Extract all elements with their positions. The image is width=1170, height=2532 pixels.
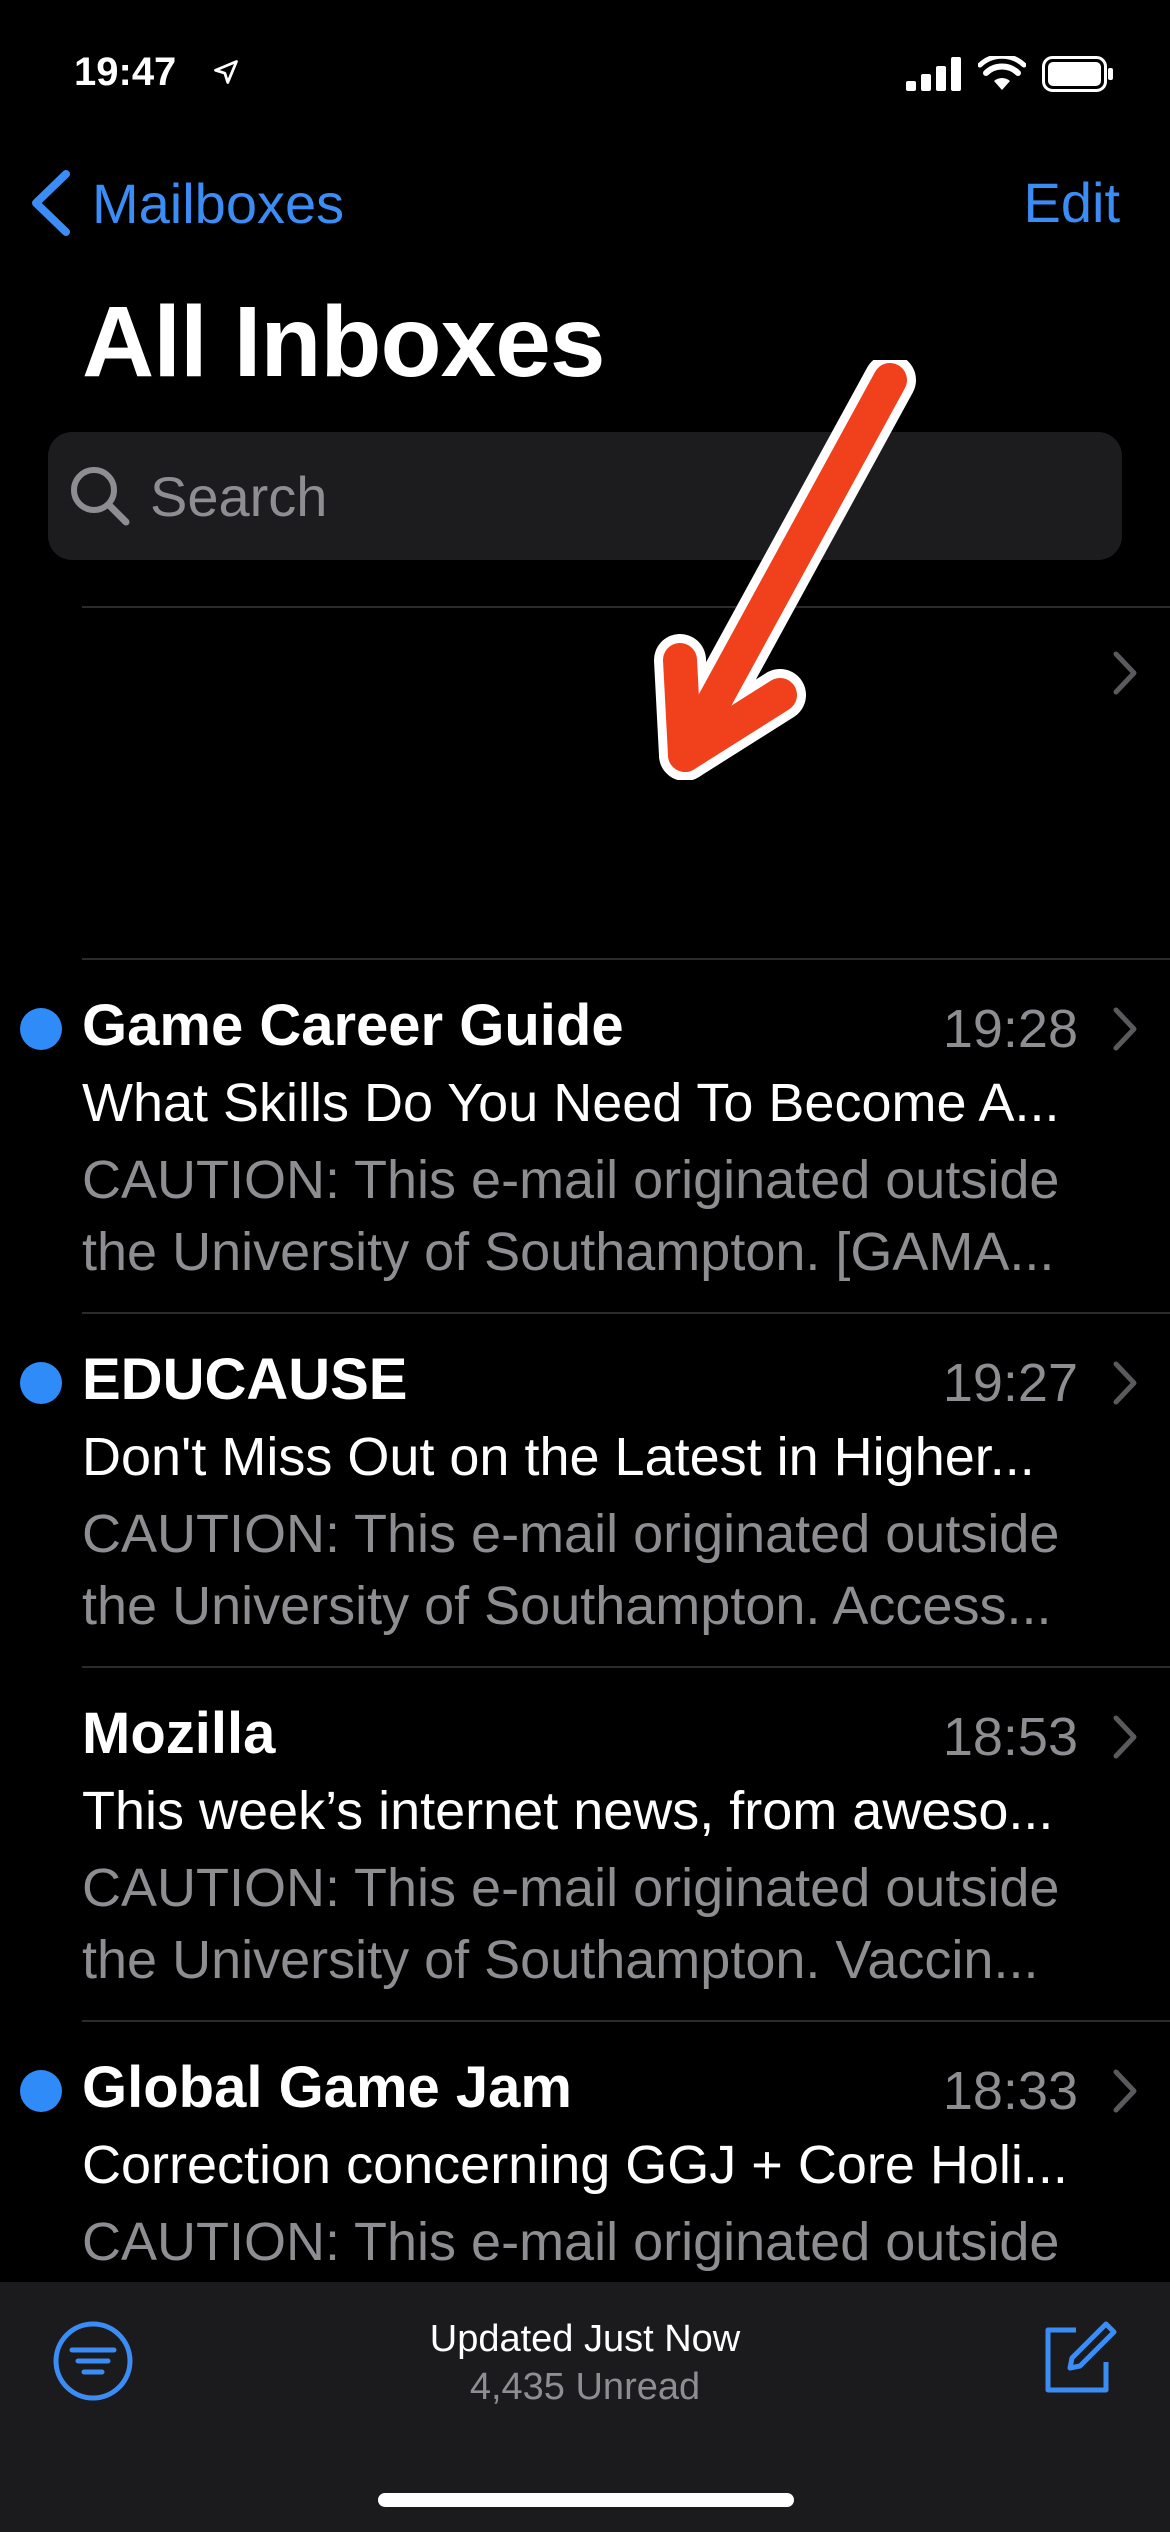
mail-preview: CAUTION: This e-mail originated outside … [82,1852,1112,1996]
search-placeholder: Search [150,464,328,528]
mail-preview-line: CAUTION: This e-mail originated outside [82,1150,1060,1210]
divider [82,606,1170,608]
page-title: All Inboxes [82,286,605,398]
chevron-right-icon [1113,1361,1137,1405]
mail-time: 18:33 [942,2061,1078,2121]
cellular-signal-icon [906,57,961,91]
mailboxes-back-button[interactable]: Mailboxes [28,168,344,238]
home-indicator[interactable] [378,2493,794,2507]
search-icon [71,467,130,526]
chevron-left-icon [32,170,70,236]
mail-subject: Don't Miss Out on the Latest in Higher..… [82,1427,1035,1487]
unread-indicator [20,2070,62,2112]
status-icons [906,56,1114,92]
location-arrow-icon [214,60,238,84]
mail-sender: Global Game Jam [82,2055,572,2120]
unread-indicator [20,1362,62,1404]
edit-button[interactable]: Edit [1024,170,1121,235]
back-label: Mailboxes [92,171,345,235]
compose-icon[interactable] [1036,2318,1118,2400]
mail-preview-line: the University of Southampton. Vaccin... [82,1930,1039,1990]
chevron-right-icon [1113,1715,1137,1759]
mail-sender: Mozilla [82,1701,276,1766]
red-arrow-annotation [654,360,916,780]
mail-preview: CAUTION: This e-mail originated outside … [82,1498,1112,1642]
mail-row-educause[interactable]: EDUCAUSE 19:27 Don't Miss Out on the Lat… [0,1314,1170,1666]
mail-row-mozilla[interactable]: Mozilla 18:53 This week’s internet news,… [0,1668,1170,2020]
mail-row-game-career-guide[interactable]: Game Career Guide 19:28 What Skills Do Y… [0,960,1170,1312]
search-input[interactable]: Search [48,432,1122,560]
chevron-right-icon[interactable] [1112,650,1138,696]
mail-preview-line: the University of Southampton. [GAMA... [82,1222,1055,1282]
unread-count: 4,435 Unread [469,2366,701,2408]
unread-indicator [20,1008,62,1050]
chevron-right-icon [1113,1007,1137,1051]
wifi-icon [978,56,1026,90]
update-status: Updated Just Now [429,2318,741,2360]
mail-sender: Game Career Guide [82,993,624,1058]
mail-subject: What Skills Do You Need To Become A... [82,1073,1060,1133]
status-time: 19:47 [74,50,177,94]
mail-preview-line: CAUTION: This e-mail originated outside [82,1858,1060,1918]
mail-time: 18:53 [942,1707,1078,1767]
mail-preview: CAUTION: This e-mail originated outside [82,2206,1112,2278]
mail-time: 19:28 [942,999,1078,1059]
mail-sender: EDUCAUSE [82,1347,408,1412]
mail-preview: CAUTION: This e-mail originated outside … [82,1144,1112,1288]
mail-time: 19:27 [942,1353,1078,1413]
mail-preview-line: CAUTION: This e-mail originated outside [82,1504,1060,1564]
mail-subject: This week’s internet news, from aweso... [82,1781,1054,1841]
battery-icon [1042,56,1113,92]
mail-preview-line: the University of Southampton. Access... [82,1576,1052,1636]
chevron-right-icon [1113,2069,1137,2113]
mail-preview-line: CAUTION: This e-mail originated outside [82,2212,1060,2272]
mail-subject: Correction concerning GGJ + Core Holi... [82,2135,1068,2195]
